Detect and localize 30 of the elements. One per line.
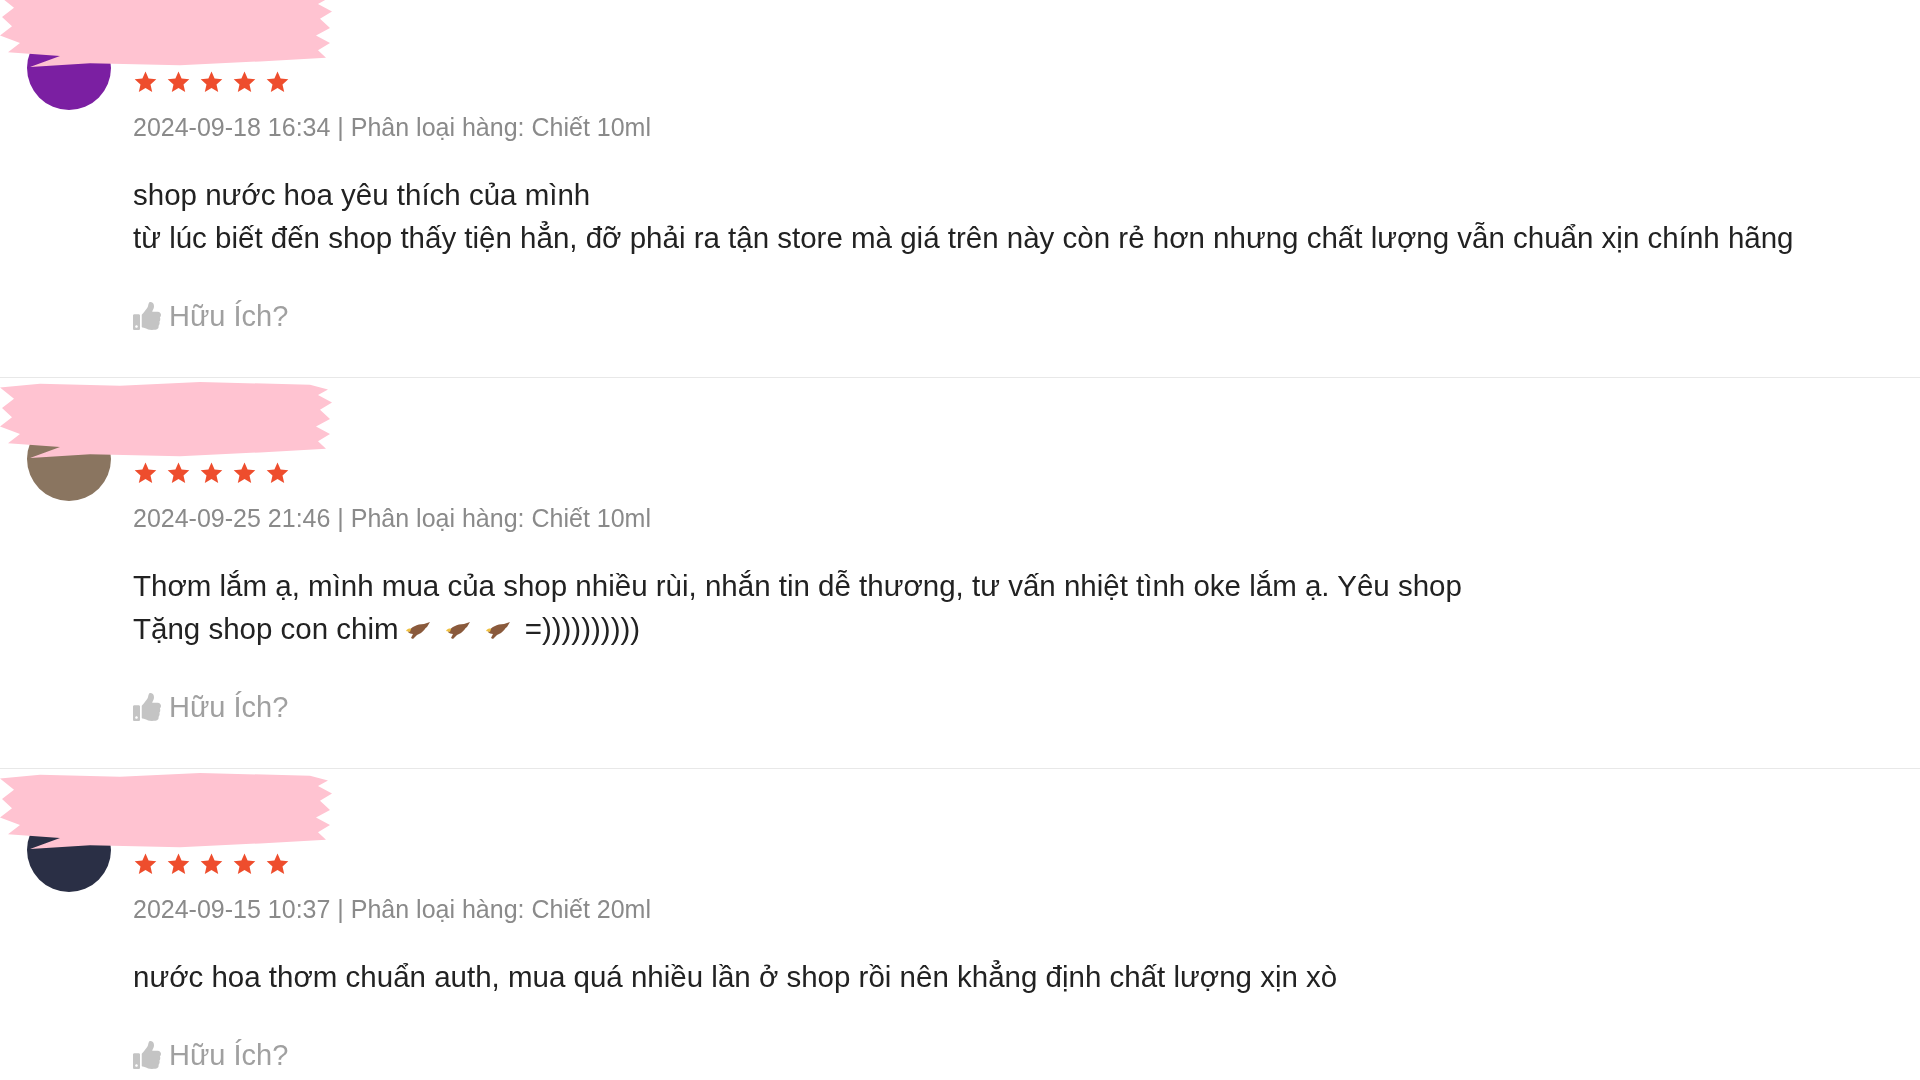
star-icon [199,461,224,485]
star-icon [265,461,290,485]
thumbs-up-icon [133,302,161,330]
star-icon [232,852,257,876]
star-icon [232,70,257,94]
review-comment: shop nước hoa yêu thích của mình [133,177,591,214]
star-icon [166,852,191,876]
review-comment: từ lúc biết đến shop thấy tiện hẳn, đỡ phải ra tận store mà giá trên này còn rẻ hơn nhưng chất lượng vẫn chuẩn xịn chính hãng [133,220,1794,257]
star-icon [166,70,191,94]
review-comment: Thơm lắm ạ, mình mua của shop nhiều rùi, nhắn tin dễ thương, tư vấn nhiệt tình oke lắm ạ. Yêu shop [133,568,1462,605]
star-icon [265,70,290,94]
helpful-button[interactable]: Hữu Ích? [133,299,289,333]
review-comment: nước hoa thơm chuẩn auth, mua quá nhiều lần ở shop rồi nên khẳng định chất lượng xịn xò [133,959,1338,996]
star-icon [166,461,191,485]
star-icon [265,852,290,876]
star-icon [232,461,257,485]
star-icon [133,852,158,876]
helpful-button[interactable]: Hữu Ích? [133,690,289,724]
helpful-button[interactable]: Hữu Ích? [133,1038,289,1072]
thumbs-up-icon [133,1041,161,1069]
review-comment: Tặng shop con chim [133,611,399,648]
star-icon [199,70,224,94]
review-meta: 2024-09-15 10:37 | Phân loại hàng: Chiết 20ml [133,894,652,924]
thumbs-up-icon [133,693,161,721]
star-icon [133,70,158,94]
review-meta: 2024-09-18 16:34 | Phân loại hàng: Chiết 10ml [133,112,652,142]
review-comment: =)))))))))) [524,611,641,648]
review-meta: 2024-09-25 21:46 | Phân loại hàng: Chiết 10ml [133,503,652,533]
star-icon [133,461,158,485]
star-icon [199,852,224,876]
